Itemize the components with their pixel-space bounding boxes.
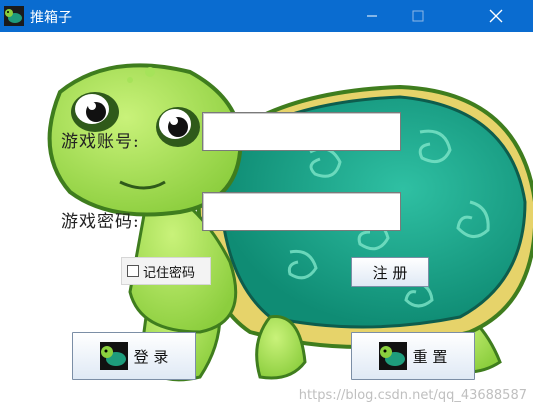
turtle-icon xyxy=(378,342,407,370)
register-button[interactable]: 注 册 xyxy=(351,257,429,287)
login-panel: 游戏账号: 游戏密码: 记住密码 注 册 登 录 重 置 https://blo… xyxy=(0,32,533,409)
maximize-icon xyxy=(412,10,424,22)
close-icon xyxy=(489,9,503,23)
watermark: https://blog.csdn.net/qq_43688587 xyxy=(298,388,527,403)
reset-button-label: 重 置 xyxy=(412,347,448,366)
account-label: 游戏账号: xyxy=(61,132,140,152)
login-button-label: 登 录 xyxy=(133,347,169,366)
remember-password-label: 记住密码 xyxy=(143,265,196,281)
turtle-icon xyxy=(99,342,128,370)
turtle-app-icon xyxy=(4,6,24,26)
checkbox-box[interactable] xyxy=(127,265,139,277)
minimize-icon xyxy=(367,15,377,17)
title-bar: 推箱子 xyxy=(0,0,533,32)
minimize-button[interactable] xyxy=(349,0,395,32)
reset-button[interactable]: 重 置 xyxy=(351,332,475,380)
account-input[interactable] xyxy=(202,112,401,151)
remember-password-checkbox[interactable]: 记住密码 xyxy=(121,257,211,285)
login-button[interactable]: 登 录 xyxy=(72,332,196,380)
register-button-label: 注 册 xyxy=(372,263,408,282)
password-label: 游戏密码: xyxy=(61,212,140,232)
maximize-button[interactable] xyxy=(395,0,441,32)
window-title: 推箱子 xyxy=(30,10,72,26)
close-button[interactable] xyxy=(473,0,519,32)
password-input[interactable] xyxy=(202,192,401,231)
